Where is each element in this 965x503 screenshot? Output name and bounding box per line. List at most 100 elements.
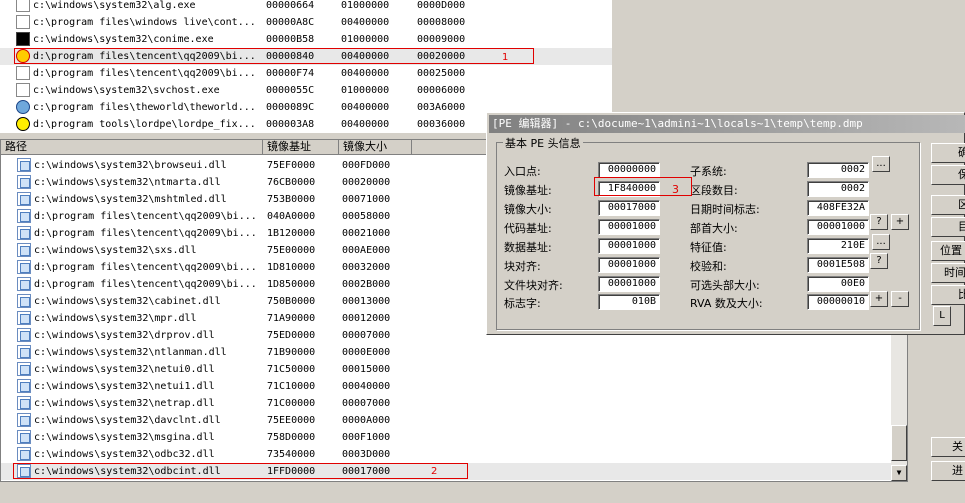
l-button[interactable]: L (933, 306, 951, 326)
process-image-base: 00400000 (341, 102, 390, 113)
number-of-sections-label: 区段数目: (690, 184, 738, 197)
module-image-base: 71C00000 (267, 398, 316, 409)
process-button[interactable]: 进 (931, 461, 965, 481)
subsystem-label: 子系统: (690, 165, 727, 178)
module-image-size: 00021000 (342, 228, 391, 239)
module-path: d:\program files\tencent\qq2009\bi... (34, 279, 257, 290)
code-base-label: 代码基址: (504, 222, 552, 235)
module-row[interactable]: c:\windows\system32\odbc32.dll 73540000 00… (1, 446, 907, 463)
rva-number-and-sizes-field[interactable]: 00000010 (807, 294, 869, 310)
magic-word-label: 标志字: (504, 297, 541, 310)
annotation-marker-1: 1 (502, 52, 509, 63)
module-path: c:\windows\system32\netui1.dll (34, 381, 215, 392)
exe-icon (16, 66, 30, 80)
module-path: d:\program files\tencent\qq2009\bi... (34, 211, 257, 222)
checksum-field[interactable]: 0001E508 (807, 257, 869, 273)
timestamp-button[interactable]: 时间 (931, 263, 965, 283)
compare-button[interactable]: 比 (931, 285, 965, 305)
magic-word-field[interactable]: 010B (598, 294, 660, 310)
module-image-size: 00007000 (342, 330, 391, 341)
subsystem-field[interactable]: 0002 (807, 162, 869, 178)
module-image-size: 00012000 (342, 313, 391, 324)
entry-point-field[interactable]: 00000000 (598, 162, 660, 178)
process-image-size: 003A6000 (417, 102, 466, 113)
process-id: 00000F74 (266, 68, 315, 79)
module-path: d:\program files\tencent\qq2009\bi... (34, 262, 257, 273)
ok-button[interactable]: 确 (931, 143, 965, 163)
module-row[interactable]: c:\windows\system32\davclnt.dll 75EE0000 0… (1, 412, 907, 429)
module-image-base: 75EF0000 (267, 160, 316, 171)
module-image-base: 750B0000 (267, 296, 316, 307)
dll-file-icon (17, 226, 31, 240)
highlight-box-1 (14, 48, 534, 64)
rva-plus-button[interactable]: + (870, 291, 888, 307)
subsystem-more-button[interactable]: ... (872, 156, 890, 172)
process-image-size: 00036000 (417, 119, 466, 130)
header-size-plus-button[interactable]: + (891, 214, 909, 230)
process-image-base: 00400000 (341, 17, 390, 28)
module-image-base: 1B120000 (267, 228, 316, 239)
dll-file-icon (17, 294, 31, 308)
process-id: 00000A8C (266, 17, 315, 28)
module-row[interactable]: c:\windows\system32\netui0.dll 71C50000 00… (1, 361, 907, 378)
scrollbar-thumb[interactable] (891, 425, 907, 461)
number-of-sections-field[interactable]: 0002 (807, 181, 869, 197)
characteristics-more-button[interactable]: ... (872, 234, 890, 250)
module-image-base: 75EE0000 (267, 415, 316, 426)
characteristics-field[interactable]: 210E (807, 238, 869, 254)
column-header-image-size[interactable]: 镜像大小 (339, 140, 412, 155)
file-alignment-label: 文件块对齐: (504, 279, 563, 292)
module-image-base: 71A90000 (267, 313, 316, 324)
process-image-size: 0000D000 (417, 0, 466, 11)
column-header-path[interactable]: 路径 (1, 140, 263, 155)
module-path: c:\windows\system32\davclnt.dll (34, 415, 221, 426)
module-image-base: 040A0000 (267, 211, 316, 222)
column-header-image-base[interactable]: 镜像基址 (263, 140, 339, 155)
flc-button[interactable]: 位置 (931, 241, 965, 261)
module-row[interactable]: c:\windows\system32\netui1.dll 71C10000 00… (1, 378, 907, 395)
size-of-headers-field[interactable]: 00001000 (807, 219, 869, 235)
process-row[interactable]: c:\windows\system32\alg.exe 00000664 01000… (0, 0, 612, 14)
process-image-base: 00400000 (341, 68, 390, 79)
sections-button[interactable]: 区 (931, 195, 965, 215)
exe-icon (16, 15, 30, 29)
process-image-base: 01000000 (341, 34, 390, 45)
dll-file-icon (17, 260, 31, 274)
process-image-base: 01000000 (341, 0, 390, 11)
process-row[interactable]: c:\windows\system32\conime.exe 00000B58 01… (0, 31, 612, 48)
process-id: 0000089C (266, 102, 315, 113)
dll-file-icon (17, 328, 31, 342)
data-base-field[interactable]: 00001000 (598, 238, 660, 254)
process-row[interactable]: d:\program files\tencent\qq2009\bi... 000… (0, 65, 612, 82)
time-date-stamp-field[interactable]: 408FE32A (807, 200, 869, 216)
process-row[interactable]: c:\windows\system32\svchost.exe 0000055C 0… (0, 82, 612, 99)
scroll-down-arrow-icon[interactable]: ▼ (891, 465, 907, 481)
image-size-field[interactable]: 00017000 (598, 200, 660, 216)
rva-minus-button[interactable]: - (891, 291, 909, 307)
dll-file-icon (17, 158, 31, 172)
directories-button[interactable]: 目 (931, 217, 965, 237)
module-image-size: 00032000 (342, 262, 391, 273)
size-of-headers-label: 部首大小: (690, 222, 738, 235)
module-image-base: 71B90000 (267, 347, 316, 358)
section-alignment-field[interactable]: 00001000 (598, 257, 660, 273)
process-row[interactable]: c:\program files\windows live\cont... 000… (0, 14, 612, 31)
file-alignment-field[interactable]: 00001000 (598, 276, 660, 292)
pe-editor-title-bar[interactable]: [PE 编辑器] - c:\docume~1\admini~1\locals~1… (489, 115, 965, 133)
save-button[interactable]: 保 (931, 165, 965, 185)
optional-header-size-field[interactable]: 00E0 (807, 276, 869, 292)
module-row[interactable]: c:\windows\system32\netrap.dll 71C00000 00… (1, 395, 907, 412)
module-image-size: 00040000 (342, 381, 391, 392)
module-image-size: 000F1000 (342, 432, 391, 443)
close-button[interactable]: 关 (931, 437, 965, 457)
checksum-help-button[interactable]: ? (870, 253, 888, 269)
annotation-marker-3: 3 (672, 183, 679, 196)
module-row[interactable]: c:\windows\system32\msgina.dll 758D0000 00… (1, 429, 907, 446)
header-size-help-button[interactable]: ? (870, 214, 888, 230)
process-image-size: 00006000 (417, 85, 466, 96)
module-image-size: 00020000 (342, 177, 391, 188)
code-base-field[interactable]: 00001000 (598, 219, 660, 235)
module-row[interactable]: c:\windows\system32\ntlanman.dll 71B90000… (1, 344, 907, 361)
dll-file-icon (17, 192, 31, 206)
dll-file-icon (17, 396, 31, 410)
